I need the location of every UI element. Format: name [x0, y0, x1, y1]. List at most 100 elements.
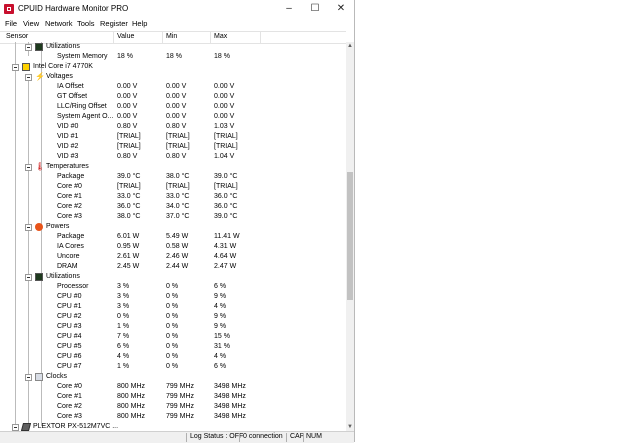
group-node[interactable]: ⚡ Voltages: [0, 72, 346, 82]
sensor-row[interactable]: Core #2 36.0 °C 34.0 °C 36.0 °C: [0, 202, 346, 212]
sensor-row[interactable]: CPU #6 4 % 0 % 4 %: [0, 352, 346, 362]
collapse-toggle-icon[interactable]: [12, 424, 19, 431]
sensor-value: 0 %: [117, 313, 130, 320]
sensor-label: LLC/Ring Offset: [57, 103, 107, 110]
collapse-toggle-icon[interactable]: [25, 164, 32, 171]
device-node[interactable]: Intel Core i7 4770K: [0, 62, 346, 72]
menu-file[interactable]: File: [5, 19, 17, 28]
sensor-value: 6.01 W: [117, 233, 140, 240]
sensor-row[interactable]: VID #1 [TRIAL] [TRIAL] [TRIAL]: [0, 132, 346, 142]
sensor-row[interactable]: Package 39.0 °C 38.0 °C 39.0 °C: [0, 172, 346, 182]
sensor-value: 800 MHz: [117, 383, 146, 390]
sensor-label: Core #3: [57, 213, 82, 220]
min-column-header[interactable]: Min: [166, 33, 177, 42]
sensor-tree[interactable]: Utilizations System Memory 18 % 18 % 18 % Int…: [0, 42, 346, 431]
sensor-row[interactable]: IA Cores 0.95 W 0.58 W 4.31 W: [0, 242, 346, 252]
sensor-min: 0 %: [166, 283, 179, 290]
sensor-row[interactable]: Processor 3 % 0 % 6 %: [0, 282, 346, 292]
sensor-min: 0 %: [166, 333, 179, 340]
sensor-row[interactable]: System Memory 18 % 18 % 18 %: [0, 52, 346, 62]
sensor-label: Intel Core i7 4770K: [33, 63, 93, 70]
sensor-label: CPU #1: [57, 303, 82, 310]
sensor-row[interactable]: CPU #0 3 % 0 % 9 %: [0, 292, 346, 302]
sensor-row[interactable]: Core #3 800 MHz 799 MHz 3498 MHz: [0, 412, 346, 422]
menu-help[interactable]: Help: [132, 19, 147, 28]
collapse-toggle-icon[interactable]: [25, 44, 32, 51]
collapse-toggle-icon[interactable]: [25, 274, 32, 281]
group-node[interactable]: Utilizations: [0, 42, 346, 52]
thermometer-icon: 🌡: [35, 162, 46, 171]
sensor-row[interactable]: CPU #4 7 % 0 % 15 %: [0, 332, 346, 342]
group-node[interactable]: Clocks: [0, 372, 346, 382]
sensor-row[interactable]: CPU #7 1 % 0 % 6 %: [0, 362, 346, 372]
group-node[interactable]: Utilizations: [0, 272, 346, 282]
sensor-row[interactable]: IA Offset 0.00 V 0.00 V 0.00 V: [0, 82, 346, 92]
sensor-row[interactable]: Uncore 2.61 W 2.46 W 4.64 W: [0, 252, 346, 262]
sensor-max: 3498 MHz: [214, 403, 246, 410]
vertical-scrollbar[interactable]: ▲ ▼: [346, 42, 354, 431]
collapse-toggle-icon[interactable]: [12, 64, 19, 71]
sensor-value: 38.0 °C: [117, 213, 141, 220]
sensor-column-header[interactable]: Sensor: [6, 33, 28, 42]
max-column-header[interactable]: Max: [214, 33, 227, 42]
scroll-down-arrow-icon[interactable]: ▼: [346, 423, 354, 431]
sensor-label: VID #3: [57, 153, 79, 160]
sensor-row[interactable]: VID #2 [TRIAL] [TRIAL] [TRIAL]: [0, 142, 346, 152]
title-bar[interactable]: CPUID Hardware Monitor PRO – ☐ ✕: [0, 0, 354, 18]
group-node[interactable]: 🌡 Temperatures: [0, 162, 346, 172]
status-divider: [303, 433, 304, 442]
menu-tools[interactable]: Tools: [77, 19, 95, 28]
sensor-min: 0.80 V: [166, 153, 187, 160]
sensor-min: 799 MHz: [166, 383, 195, 390]
scroll-up-arrow-icon[interactable]: ▲: [346, 42, 354, 50]
sensor-row[interactable]: Core #2 800 MHz 799 MHz 3498 MHz: [0, 402, 346, 412]
sensor-row[interactable]: VID #0 0.80 V 0.80 V 1.03 V: [0, 122, 346, 132]
sensor-max: 4 %: [214, 353, 227, 360]
sensor-row[interactable]: Package 6.01 W 5.49 W 11.41 W: [0, 232, 346, 242]
maximize-button[interactable]: ☐: [302, 0, 328, 18]
collapse-toggle-icon[interactable]: [25, 74, 32, 81]
sensor-row[interactable]: CPU #5 6 % 0 % 31 %: [0, 342, 346, 352]
sensor-label: PLEXTOR PX-512M7VC ...: [33, 423, 119, 430]
group-node[interactable]: Powers: [0, 222, 346, 232]
sensor-label: Core #2: [57, 203, 82, 210]
device-node[interactable]: PLEXTOR PX-512M7VC ...: [0, 422, 346, 431]
sensor-row[interactable]: Core #0 800 MHz 799 MHz 3498 MHz: [0, 382, 346, 392]
sensor-row[interactable]: VID #3 0.80 V 0.80 V 1.04 V: [0, 152, 346, 162]
value-column-header[interactable]: Value: [117, 33, 134, 42]
sensor-row[interactable]: Core #1 800 MHz 799 MHz 3498 MHz: [0, 392, 346, 402]
sensor-row[interactable]: CPU #3 1 % 0 % 9 %: [0, 322, 346, 332]
sensor-value: 2.45 W: [117, 263, 140, 270]
sensor-max: 36.0 °C: [214, 193, 238, 200]
menu-register[interactable]: Register: [100, 19, 128, 28]
sensor-max: 1.04 V: [214, 153, 235, 160]
menu-network[interactable]: Network: [45, 19, 73, 28]
sensor-row[interactable]: DRAM 2.45 W 2.44 W 2.47 W: [0, 262, 346, 272]
sensor-row[interactable]: CPU #2 0 % 0 % 9 %: [0, 312, 346, 322]
sensor-row[interactable]: CPU #1 3 % 0 % 4 %: [0, 302, 346, 312]
sensor-row[interactable]: Core #0 [TRIAL] [TRIAL] [TRIAL]: [0, 182, 346, 192]
sensor-label: Core #1: [57, 393, 82, 400]
sensor-value: 1 %: [117, 323, 130, 330]
sensor-value: 7 %: [117, 333, 130, 340]
sensor-value: [TRIAL]: [117, 143, 141, 150]
minimize-button[interactable]: –: [276, 0, 302, 18]
scrollbar-thumb[interactable]: [347, 172, 353, 300]
sensor-row[interactable]: LLC/Ring Offset 0.00 V 0.00 V 0.00 V: [0, 102, 346, 112]
sensor-label: CPU #7: [57, 363, 82, 370]
sensor-min: 0.00 V: [166, 103, 187, 110]
power-icon: [35, 223, 43, 231]
sensor-value: 0.00 V: [117, 93, 138, 100]
sensor-row[interactable]: Core #3 38.0 °C 37.0 °C 39.0 °C: [0, 212, 346, 222]
sensor-value: 800 MHz: [117, 413, 146, 420]
sensor-value: 1 %: [117, 363, 130, 370]
sensor-row[interactable]: GT Offset 0.00 V 0.00 V 0.00 V: [0, 92, 346, 102]
collapse-toggle-icon[interactable]: [25, 374, 32, 381]
collapse-toggle-icon[interactable]: [25, 224, 32, 231]
sensor-row[interactable]: Core #1 33.0 °C 33.0 °C 36.0 °C: [0, 192, 346, 202]
sensor-row[interactable]: System Agent O... 0.00 V 0.00 V 0.00 V: [0, 112, 346, 122]
close-button[interactable]: ✕: [328, 0, 354, 18]
menu-view[interactable]: View: [23, 19, 39, 28]
sensor-value: 3 %: [117, 303, 130, 310]
sensor-label: System Memory: [57, 53, 108, 60]
